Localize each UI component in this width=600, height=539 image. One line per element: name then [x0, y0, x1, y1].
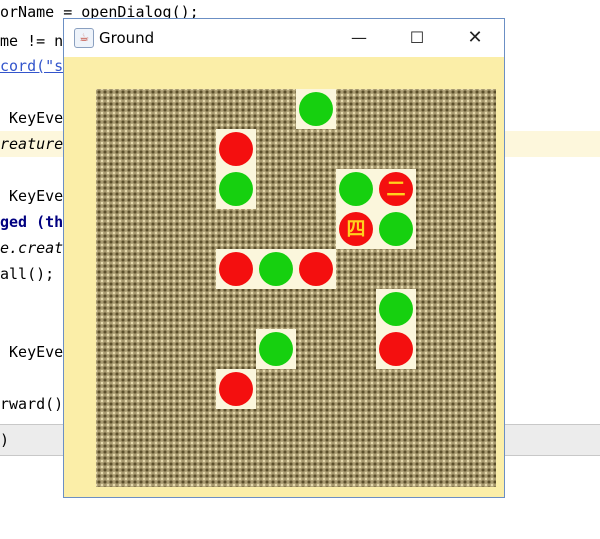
grid-cell[interactable]	[296, 89, 336, 129]
code-line: all();	[0, 265, 55, 283]
window-title: Ground	[99, 29, 155, 47]
code-line: KeyEver	[0, 187, 73, 205]
ground-grid[interactable]: 二四	[96, 89, 496, 487]
grid-cell[interactable]: 四	[336, 209, 376, 249]
red-creature[interactable]	[299, 252, 333, 286]
red-creature[interactable]	[379, 332, 413, 366]
code-line: e.creat	[0, 239, 64, 257]
minimize-button[interactable]: —	[336, 19, 382, 57]
grid-cell[interactable]	[376, 289, 416, 329]
code-line: KeyEver	[0, 343, 73, 361]
grid-cell[interactable]	[376, 329, 416, 369]
green-creature[interactable]	[299, 92, 333, 126]
red-creature[interactable]	[219, 252, 253, 286]
code-line: ged (thi	[0, 213, 73, 231]
red-creature[interactable]	[219, 372, 253, 406]
grid-cell[interactable]	[256, 249, 296, 289]
ground-window: ☕ Ground — ☐ ✕ 二四	[63, 18, 505, 498]
grid-cell[interactable]	[256, 329, 296, 369]
close-button[interactable]: ✕	[452, 19, 498, 57]
grid-cell[interactable]: 二	[376, 169, 416, 209]
creature-label: 二	[386, 178, 406, 200]
grid-cell[interactable]	[216, 129, 256, 169]
red-creature[interactable]: 四	[339, 212, 373, 246]
grid-cell[interactable]	[336, 169, 376, 209]
code-line: rward()	[0, 395, 64, 413]
code-line: me != nu	[0, 32, 73, 50]
creature-label: 四	[346, 218, 366, 240]
grid-cell[interactable]	[296, 249, 336, 289]
grid-cell[interactable]	[216, 249, 256, 289]
red-creature[interactable]	[219, 132, 253, 166]
maximize-button[interactable]: ☐	[394, 19, 440, 57]
green-creature[interactable]	[379, 292, 413, 326]
title-bar[interactable]: ☕ Ground — ☐ ✕	[64, 19, 504, 57]
grid-cell[interactable]	[376, 209, 416, 249]
red-creature[interactable]: 二	[379, 172, 413, 206]
green-creature[interactable]	[259, 252, 293, 286]
code-line: KeyEver	[0, 109, 73, 127]
status-text: )	[0, 431, 10, 449]
grid-cell[interactable]	[216, 369, 256, 409]
grid-cell[interactable]	[216, 169, 256, 209]
green-creature[interactable]	[219, 172, 253, 206]
green-creature[interactable]	[379, 212, 413, 246]
code-line: cord("sr	[0, 57, 73, 75]
java-cup-icon: ☕	[74, 28, 94, 48]
green-creature[interactable]	[259, 332, 293, 366]
green-creature[interactable]	[339, 172, 373, 206]
